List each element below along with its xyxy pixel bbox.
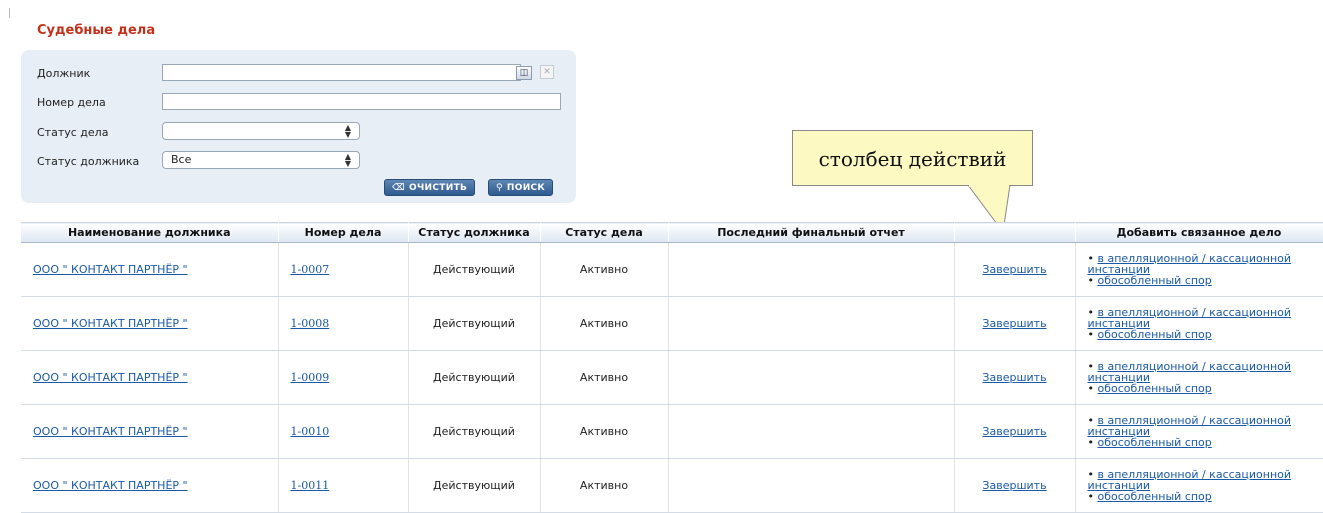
case-status-cell: Активно — [540, 350, 669, 405]
debtor-link[interactable]: ООО " КОНТАКТ ПАРТНЁР " — [33, 317, 188, 330]
last-report-cell — [668, 458, 955, 513]
last-report-cell — [668, 296, 955, 351]
case-status-cell: Активно — [540, 404, 669, 459]
complete-link[interactable]: Завершить — [982, 263, 1046, 276]
debtor-link[interactable]: ООО " КОНТАКТ ПАРТНЁР " — [33, 479, 188, 492]
table-row: ООО " КОНТАКТ ПАРТНЁР " 1-0009 Действующ… — [21, 350, 1323, 405]
debtor-link[interactable]: ООО " КОНТАКТ ПАРТНЁР " — [33, 371, 188, 384]
last-report-cell — [668, 242, 955, 297]
dispute-link[interactable]: обособленный спор — [1098, 490, 1212, 503]
case-status-cell: Активно — [540, 296, 669, 351]
table-header-row: Наименование должника Номер дела Статус … — [21, 222, 1323, 243]
table-row: ООО " КОНТАКТ ПАРТНЁР " 1-0011 Действующ… — [21, 458, 1323, 513]
case-number-link[interactable]: 1-0011 — [291, 479, 330, 492]
dispute-link[interactable]: обособленный спор — [1098, 436, 1212, 449]
case-number-link[interactable]: 1-0007 — [291, 263, 330, 276]
col-header-debtor-status[interactable]: Статус должника — [408, 222, 541, 243]
dispute-link[interactable]: обособленный спор — [1098, 274, 1212, 287]
last-report-cell — [668, 350, 955, 405]
dispute-link[interactable]: обособленный спор — [1098, 382, 1212, 395]
col-header-case-number[interactable]: Номер дела — [278, 222, 409, 243]
col-header-last-report[interactable]: Последний финальный отчет — [668, 222, 955, 243]
complete-link[interactable]: Завершить — [982, 425, 1046, 438]
debtor-status-cell: Действующий — [408, 350, 541, 405]
debtor-status-cell: Действующий — [408, 404, 541, 459]
case-number-link[interactable]: 1-0008 — [291, 317, 330, 330]
debtor-status-cell: Действующий — [408, 296, 541, 351]
col-header-actions — [954, 222, 1076, 243]
case-status-cell: Активно — [540, 242, 669, 297]
debtor-status-cell: Действующий — [408, 458, 541, 513]
table-row: ООО " КОНТАКТ ПАРТНЁР " 1-0010 Действующ… — [21, 404, 1323, 459]
complete-link[interactable]: Завершить — [982, 371, 1046, 384]
complete-link[interactable]: Завершить — [982, 479, 1046, 492]
case-number-link[interactable]: 1-0009 — [291, 371, 330, 384]
col-header-add-related: Добавить связанное дело — [1075, 222, 1323, 243]
table-row: ООО " КОНТАКТ ПАРТНЁР " 1-0008 Действующ… — [21, 296, 1323, 351]
case-status-cell: Активно — [540, 458, 669, 513]
dispute-link[interactable]: обособленный спор — [1098, 328, 1212, 341]
complete-link[interactable]: Завершить — [982, 317, 1046, 330]
cases-table: Наименование должника Номер дела Статус … — [21, 222, 1323, 513]
debtor-link[interactable]: ООО " КОНТАКТ ПАРТНЁР " — [33, 263, 188, 276]
debtor-link[interactable]: ООО " КОНТАКТ ПАРТНЁР " — [33, 425, 188, 438]
col-header-case-status[interactable]: Статус дела — [540, 222, 669, 243]
last-report-cell — [668, 404, 955, 459]
col-header-debtor[interactable]: Наименование должника — [21, 222, 279, 243]
table-row: ООО " КОНТАКТ ПАРТНЁР " 1-0007 Действующ… — [21, 242, 1323, 297]
case-number-link[interactable]: 1-0010 — [291, 425, 330, 438]
debtor-status-cell: Действующий — [408, 242, 541, 297]
